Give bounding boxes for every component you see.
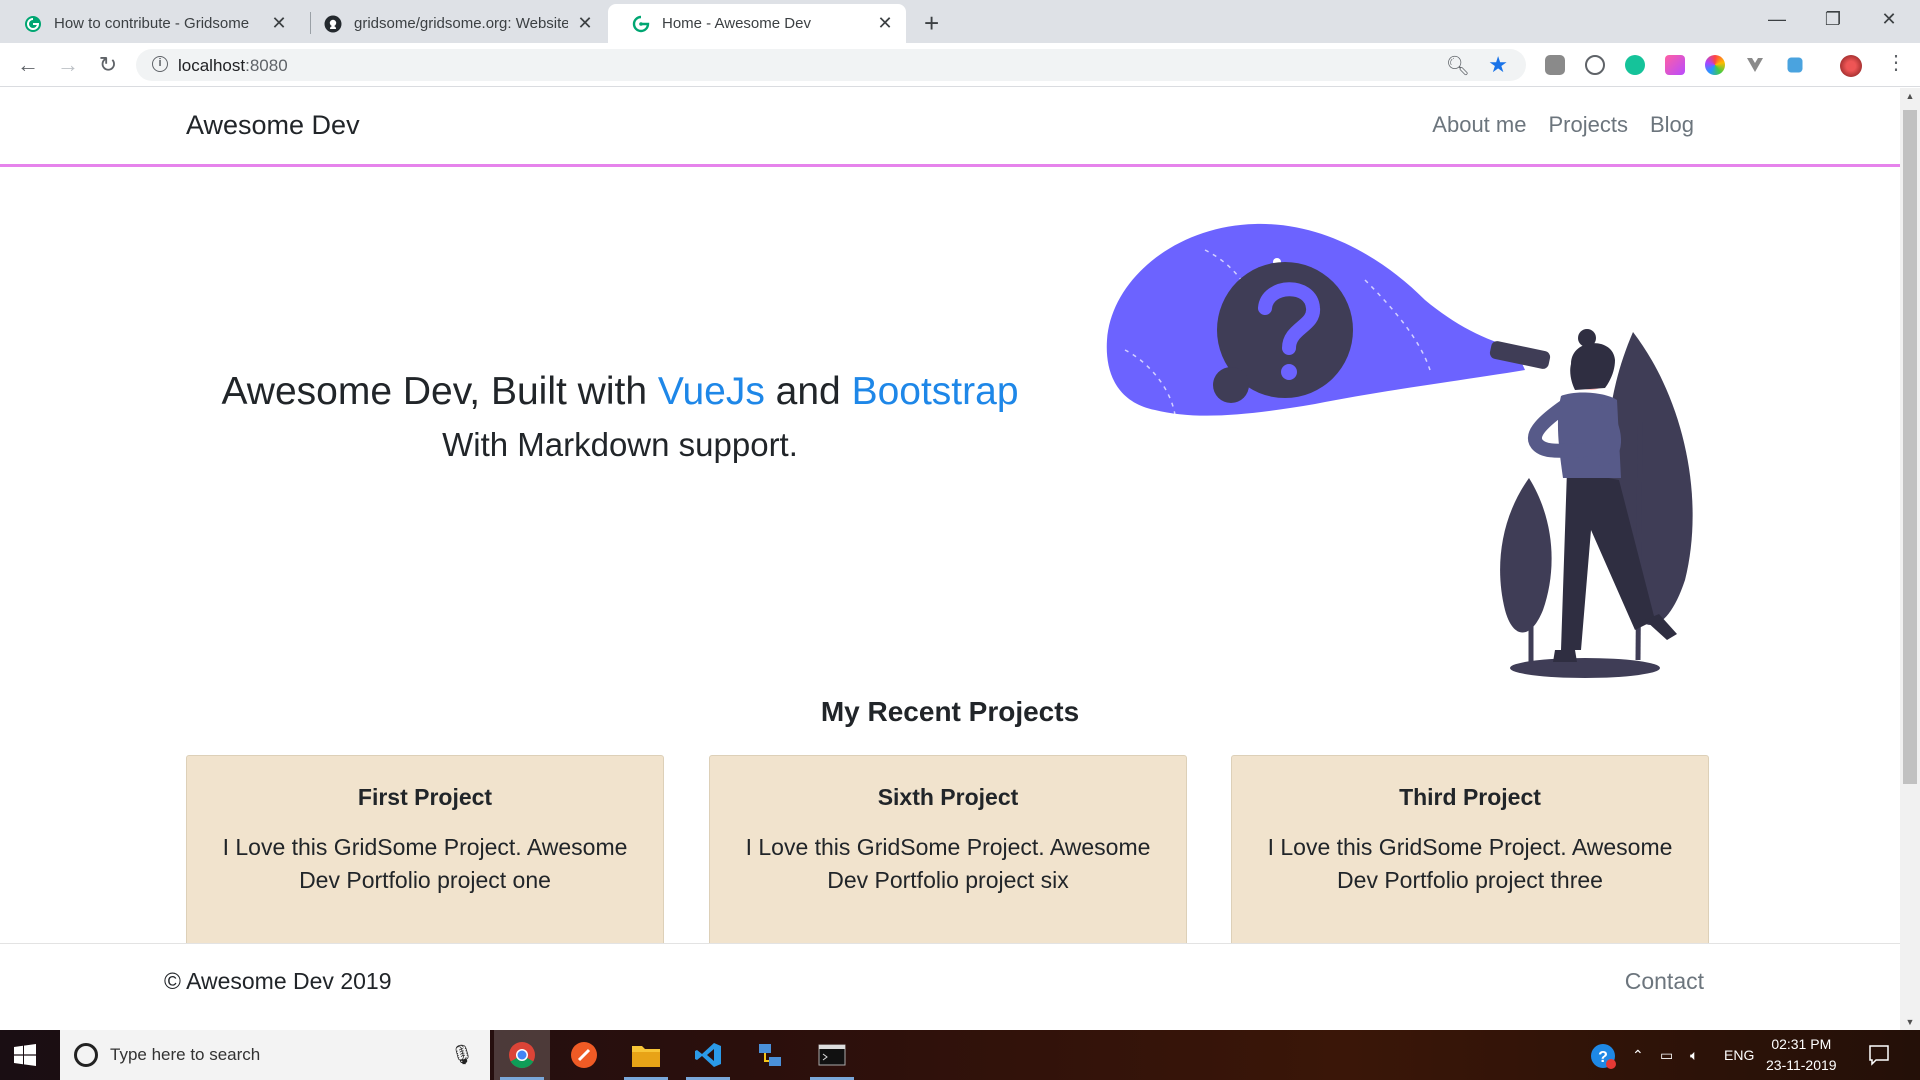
- tab-title: Home - Awesome Dev: [662, 15, 811, 32]
- new-tab-button[interactable]: +: [924, 8, 939, 39]
- close-tab-icon[interactable]: ✕: [270, 13, 288, 34]
- project-description: I Love this GridSome Project. Awesome De…: [745, 834, 1151, 893]
- browser-tab-bar: How to contribute - Gridsome ✕ gridsome/…: [0, 0, 1920, 43]
- terminal-icon: [818, 1044, 846, 1066]
- bootstrap-link[interactable]: Bootstrap: [852, 370, 1019, 413]
- extension-cube-icon[interactable]: [1545, 55, 1565, 75]
- extension-code-icon[interactable]: [1585, 55, 1605, 75]
- hero-subheading: With Markdown support.: [442, 426, 798, 463]
- tab-title: gridsome/gridsome.org: Website: [354, 15, 568, 32]
- extension-hex-icon[interactable]: [1787, 57, 1803, 73]
- battery-icon[interactable]: ▭: [1660, 1030, 1673, 1080]
- hero-text: Awesome Dev, Built with VueJs and Bootst…: [160, 370, 1080, 464]
- chrome-icon: [509, 1042, 535, 1069]
- close-tab-icon[interactable]: ✕: [576, 13, 594, 34]
- color-picker-icon[interactable]: [1705, 55, 1725, 75]
- clock-date: 23-11-2019: [1766, 1057, 1837, 1073]
- volume-icon[interactable]: 🔈︎: [1690, 1030, 1698, 1080]
- scroll-up-arrow-icon[interactable]: ▲: [1900, 88, 1920, 104]
- person-hair: [1570, 343, 1615, 390]
- language-indicator[interactable]: ENG: [1724, 1030, 1754, 1080]
- site-info-icon[interactable]: i: [152, 56, 168, 72]
- bookmark-star-icon[interactable]: ★: [1488, 52, 1508, 78]
- project-title[interactable]: Third Project: [1262, 784, 1678, 811]
- nav-blog[interactable]: Blog: [1650, 112, 1694, 138]
- hero-heading: Awesome Dev, Built with VueJs and Bootst…: [221, 370, 1019, 413]
- taskbar-terminal[interactable]: [804, 1030, 860, 1080]
- taskbar-vscode[interactable]: [680, 1030, 736, 1080]
- project-title[interactable]: First Project: [217, 784, 633, 811]
- footer-contact-link[interactable]: Contact: [1625, 968, 1704, 995]
- footer-copyright: © Awesome Dev 2019: [164, 968, 392, 994]
- grammarly-icon[interactable]: [1625, 55, 1645, 75]
- project-title[interactable]: Sixth Project: [740, 784, 1156, 811]
- microphone-icon[interactable]: 🎙︎: [450, 1043, 474, 1067]
- url-text[interactable]: localhost:8080: [178, 56, 288, 76]
- system-clock[interactable]: 02:31 PM 23-11-2019: [1766, 1034, 1837, 1076]
- notifications-icon[interactable]: [1868, 1044, 1890, 1066]
- minimize-button[interactable]: —: [1754, 4, 1800, 34]
- address-bar[interactable]: i localhost:8080 🔍︎ ★: [136, 49, 1526, 81]
- profile-avatar[interactable]: [1840, 55, 1862, 77]
- gridsome-favicon-icon: [25, 15, 41, 32]
- reload-button[interactable]: ↻: [94, 51, 122, 79]
- vuejs-link[interactable]: VueJs: [658, 370, 765, 413]
- close-tab-icon[interactable]: ✕: [876, 13, 894, 34]
- windows-taskbar: Type here to search 🎙︎ ? ⌃ ▭ 🔈︎ ENG 02:3…: [0, 1030, 1920, 1080]
- taskbar-network-app[interactable]: [742, 1030, 798, 1080]
- nav-projects[interactable]: Projects: [1548, 112, 1627, 138]
- restore-button[interactable]: ❐: [1810, 4, 1856, 34]
- github-icon: [324, 15, 342, 32]
- site-navbar: Awesome Dev About me Projects Blog: [0, 88, 1900, 167]
- vue-devtools-icon[interactable]: [1745, 55, 1765, 75]
- site-footer: © Awesome Dev 2019 Contact: [0, 943, 1900, 1021]
- taskbar-file-explorer[interactable]: [618, 1030, 674, 1080]
- show-hidden-icons-icon[interactable]: ⌃: [1632, 1030, 1644, 1080]
- close-window-button[interactable]: ✕: [1866, 4, 1912, 34]
- site-nav-links: About me Projects Blog: [1432, 112, 1694, 138]
- site-brand[interactable]: Awesome Dev: [186, 110, 360, 141]
- project-card[interactable]: First Project I Love this GridSome Proje…: [186, 755, 664, 955]
- scroll-thumb[interactable]: [1903, 110, 1917, 784]
- page-scrollbar[interactable]: ▲ ▼: [1900, 88, 1920, 1030]
- project-description: I Love this GridSome Project. Awesome De…: [222, 834, 628, 893]
- browser-menu-icon[interactable]: ⋮: [1886, 50, 1906, 75]
- network-icon: [759, 1044, 781, 1066]
- project-card[interactable]: Sixth Project I Love this GridSome Proje…: [709, 755, 1187, 955]
- folder-icon: [632, 1046, 660, 1067]
- project-description: I Love this GridSome Project. Awesome De…: [1267, 834, 1673, 893]
- hero-illustration: [1106, 223, 1693, 678]
- project-card[interactable]: Third Project I Love this GridSome Proje…: [1231, 755, 1709, 955]
- tab-title: How to contribute - Gridsome: [54, 15, 250, 32]
- browser-tab-awesome-dev[interactable]: Home - Awesome Dev ✕: [608, 4, 906, 43]
- extension-gradient-icon[interactable]: [1665, 55, 1685, 75]
- browser-tab-github[interactable]: gridsome/gridsome.org: Website ✕: [300, 4, 606, 43]
- postman-icon: [571, 1042, 597, 1068]
- help-icon[interactable]: ?: [1590, 1043, 1616, 1069]
- search-placeholder: Type here to search: [110, 1045, 261, 1064]
- taskbar-postman[interactable]: [556, 1030, 612, 1080]
- forward-button[interactable]: →: [54, 51, 82, 79]
- gridsome-favicon-icon: [632, 15, 650, 32]
- web-page: Awesome Dev About me Projects Blog Aweso…: [0, 88, 1900, 1030]
- recent-projects-heading: My Recent Projects: [820, 696, 1080, 727]
- nav-about-me[interactable]: About me: [1432, 112, 1526, 138]
- taskbar-chrome[interactable]: [494, 1030, 550, 1080]
- back-button[interactable]: ←: [14, 51, 42, 79]
- browser-tab-gridsome-contribute[interactable]: How to contribute - Gridsome ✕: [0, 4, 300, 43]
- zoom-icon[interactable]: 🔍︎: [1446, 54, 1470, 78]
- vscode-icon: [695, 1043, 721, 1067]
- taskbar-search-box[interactable]: Type here to search 🎙︎: [60, 1030, 490, 1080]
- small-leaf: [1500, 478, 1552, 633]
- cortana-icon: [74, 1043, 98, 1067]
- windows-start-icon[interactable]: [14, 1044, 36, 1066]
- scroll-down-arrow-icon[interactable]: ▼: [1900, 1014, 1920, 1030]
- clock-time: 02:31 PM: [1771, 1036, 1832, 1052]
